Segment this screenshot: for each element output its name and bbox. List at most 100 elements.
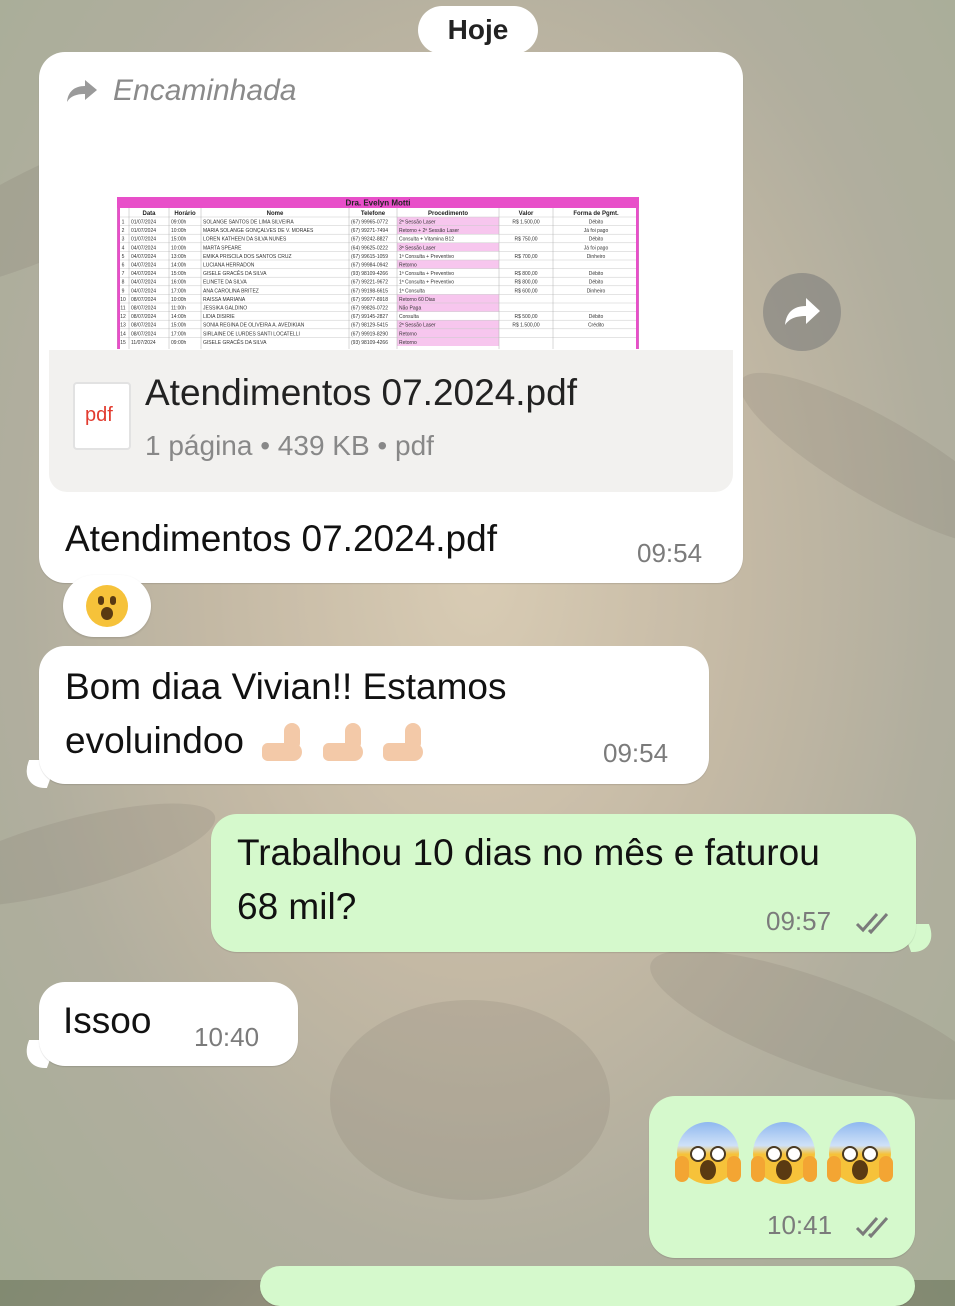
sheet-cell: Retorno [399, 340, 417, 346]
sheet-cell: 08/07/2024 [131, 314, 156, 320]
message-time: 10:40 [194, 1022, 260, 1052]
read-receipt-icon [855, 1217, 889, 1238]
sheet-cell: ANA CAROLINA BRITEZ [203, 288, 259, 294]
sheet-header: Telefone [361, 211, 386, 217]
sheet-cell: 10 [120, 297, 126, 303]
sheet-cell: 14 [120, 331, 126, 337]
sheet-cell: Retorno + 2ª Sessão Laser [399, 228, 459, 234]
sheet-cell: 15:00h [171, 323, 187, 329]
sheet-cell: 2 [122, 228, 125, 234]
document-card[interactable]: pdf Atendimentos 07.2024.pdf 1 página • … [49, 350, 733, 492]
outgoing-message-partial[interactable] [260, 1266, 915, 1306]
share-arrow-icon [785, 298, 820, 325]
sheet-cell: R$ 500,00 [514, 314, 537, 320]
sheet-cell: 12 [120, 314, 126, 320]
share-button[interactable] [763, 273, 841, 351]
astonished-face-icon [86, 585, 128, 627]
sheet-cell: 8 [122, 280, 125, 286]
message-text-line1: Bom diaa Vivian!! Estamos [65, 666, 507, 707]
sheet-cell: 3ª Sessão Laser [399, 245, 436, 251]
sheet-cell: (93) 98109-4266 [351, 271, 388, 277]
sheet-title: Dra. Evelyn Motti [346, 199, 411, 208]
outgoing-message[interactable]: 10:41 [649, 1096, 915, 1258]
sheet-cell: Crédito [588, 323, 604, 329]
sheet-cell: 04/07/2024 [131, 271, 156, 277]
sheet-cell: Dinheiro [587, 288, 606, 294]
sheet-cell: GISELE GRACÊS DA SILVA [203, 269, 267, 277]
sheet-cell: Débito [589, 220, 604, 226]
flexed-biceps-icon [381, 721, 425, 765]
message-reaction[interactable] [63, 575, 151, 637]
sheet-cell: 13 [120, 323, 126, 329]
sheet-cell: EMIKA PRISCILA DOS SANTOS CRUZ [203, 254, 292, 260]
read-receipt-icon [855, 913, 889, 934]
message-text-line2: 68 mil? [237, 886, 357, 927]
sheet-cell: 17:00h [171, 331, 187, 337]
sheet-cell: (67) 99965-0772 [351, 220, 388, 226]
message-text-line1: Trabalhou 10 dias no mês e faturou [237, 832, 820, 873]
sheet-cell: (67) 99984-0942 [351, 263, 388, 269]
sheet-cell: Consulta + Vitamina B12 [399, 237, 454, 243]
sheet-cell: (67) 99242-8827 [351, 237, 388, 243]
sheet-cell: 01/07/2024 [131, 237, 156, 243]
flexed-biceps-icon [260, 721, 304, 765]
sheet-cell: (93) 98109-4266 [351, 340, 388, 346]
document-preview[interactable]: Dra. Evelyn Motti Data Horário Nome Telefone… [117, 197, 639, 349]
sheet-cell: 01/07/2024 [131, 220, 156, 226]
message-text: Issoo [63, 1000, 152, 1041]
sheet-cell: Débito [589, 237, 604, 243]
sheet-cell: R$ 1.500,00 [512, 323, 539, 329]
sheet-cell: Dinheiro [587, 254, 606, 260]
document-file-meta: 1 página • 439 KB • pdf [145, 430, 434, 461]
sheet-cell: (67) 99977-8918 [351, 297, 388, 303]
message-time: 09:54 [603, 738, 669, 768]
sheet-cell: 15 [120, 340, 126, 346]
sheet-cell: MARTA SPEARE [203, 245, 242, 251]
sheet-cell: 4 [122, 245, 125, 251]
sheet-cell: 9 [122, 288, 125, 294]
outgoing-message[interactable]: Trabalhou 10 dias no mês e faturou 68 mi… [211, 814, 916, 952]
date-separator: Hoje [418, 6, 538, 54]
incoming-message[interactable]: Issoo 10:40 [39, 982, 298, 1066]
sheet-cell: 04/07/2024 [131, 254, 156, 260]
sheet-cell: Débito [589, 280, 604, 286]
sheet-cell: 04/07/2024 [131, 288, 156, 294]
emoji-row [675, 1122, 893, 1189]
sheet-cell: Não Paga [399, 306, 421, 312]
sheet-cell: 15:00h [171, 271, 187, 277]
sheet-header: Valor [519, 211, 534, 217]
message-time: 10:41 [767, 1210, 833, 1240]
sheet-cell: R$ 1.500,00 [512, 220, 539, 226]
sheet-cell: (64) 99625-0222 [351, 245, 388, 251]
pdf-file-icon: pdf [73, 382, 131, 450]
sheet-cell: 7 [122, 271, 125, 277]
sheet-cell: (67) 99271-7494 [351, 228, 388, 234]
sheet-cell: 09:00h [171, 340, 187, 346]
sheet-cell: GISELE GRACÊS DA SILVA [203, 338, 267, 346]
sheet-cell: 08/07/2024 [131, 331, 156, 337]
sheet-cell: RAISSA MARIANA [203, 297, 246, 303]
sheet-cell: 5 [122, 254, 125, 260]
sheet-cell: 14:00h [171, 314, 187, 320]
forwarded-document-message[interactable]: Encaminhada Dra. Evelyn Motti Data Horário… [39, 52, 743, 583]
sheet-cell: (67) 99919-8290 [351, 331, 388, 337]
sheet-cell: Débito [589, 271, 604, 277]
sheet-header: Forma de Pgmt. [573, 211, 619, 217]
sheet-cell: 1ª Consulta + Preventivo [399, 271, 454, 277]
sheet-cell: Retorno 60 Dias [399, 297, 436, 303]
sheet-cell: 10:00h [171, 297, 187, 303]
forwarded-label: Encaminhada [65, 74, 296, 108]
sheet-cell: R$ 800,00 [514, 271, 537, 277]
incoming-message[interactable]: Bom diaa Vivian!! Estamos evoluindoo 09:… [39, 646, 709, 784]
face-screaming-in-fear-icon [675, 1122, 741, 1184]
sheet-cell: SOLANGE SANTOS DE LIMA SILVEIRA [203, 220, 294, 226]
sheet-cell: (67) 99221-9672 [351, 280, 388, 286]
sheet-cell: 10:00h [171, 228, 187, 234]
sheet-cell: 1ª Consulta [399, 288, 425, 294]
sheet-cell: LOREN KATHEEN DA SILVA NUNES [203, 237, 287, 243]
sheet-cell: 08/07/2024 [131, 297, 156, 303]
sheet-cell: LIDIA DISIRIE [203, 314, 235, 320]
document-file-name: Atendimentos 07.2024.pdf [145, 372, 577, 413]
sheet-cell: 08/07/2024 [131, 323, 156, 329]
sheet-cell: 10:00h [171, 245, 187, 251]
